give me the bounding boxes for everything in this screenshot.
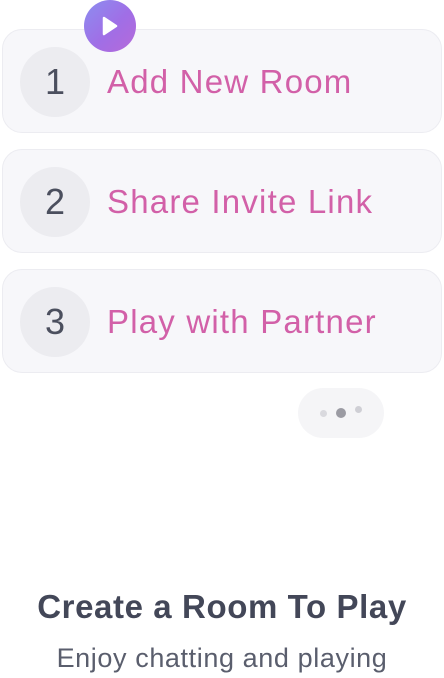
step-card-play-partner[interactable]: 3 Play with Partner — [2, 269, 442, 373]
typing-indicator — [298, 388, 384, 438]
typing-dot — [336, 408, 346, 418]
page-subtitle: Enjoy chatting and playing — [56, 643, 388, 673]
step-number-badge: 3 — [20, 287, 90, 357]
typing-dot — [320, 410, 327, 417]
onboarding-screen: 1 Add New Room 2 Share Invite Link 3 Pla… — [0, 0, 444, 678]
play-button[interactable] — [84, 0, 136, 52]
page-title: Create a Room To Play — [37, 588, 407, 625]
step-label: Play with Partner — [107, 303, 377, 340]
step-label: Add New Room — [107, 63, 353, 100]
typing-dot — [355, 406, 362, 413]
play-icon — [102, 16, 118, 36]
step-label: Share Invite Link — [107, 183, 374, 220]
step-card-share-link[interactable]: 2 Share Invite Link — [2, 149, 442, 253]
step-card-add-room[interactable]: 1 Add New Room — [2, 29, 442, 133]
step-number-badge: 2 — [20, 167, 90, 237]
steps-list: 1 Add New Room 2 Share Invite Link 3 Pla… — [2, 29, 442, 389]
step-number-badge: 1 — [20, 47, 90, 117]
